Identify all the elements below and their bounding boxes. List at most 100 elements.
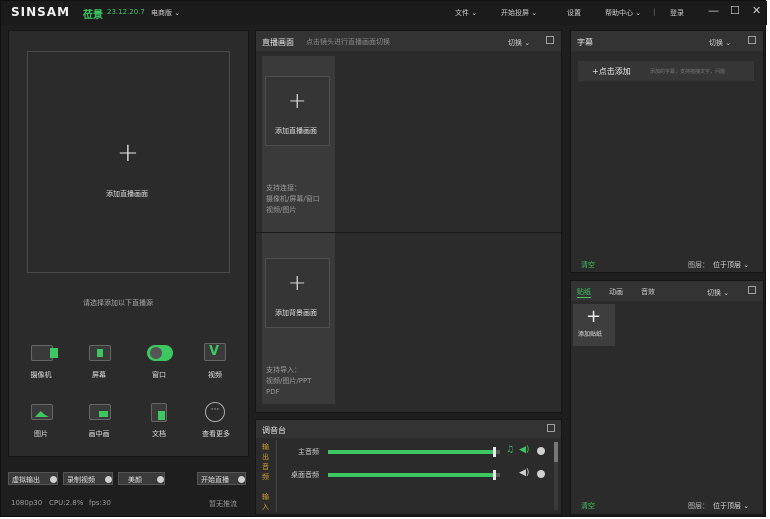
sticker-layer-label: 图层：	[688, 502, 709, 510]
tab-sound[interactable]: 音效	[641, 287, 655, 297]
live-scene-panel: 直播画面 点击镜头进行直播画面切换 切换 ⌄ + 添加直播画面 支持连接： 摄像…	[255, 30, 563, 413]
popout-icon[interactable]	[748, 36, 756, 44]
maximize-icon[interactable]: ☐	[730, 4, 740, 17]
add-live-scene-card[interactable]: + 添加直播画面 支持连接： 摄像机/屏幕/窗口 视频/图片	[262, 56, 335, 240]
add-subtitle-label: +点击添加	[592, 67, 631, 76]
subtitle-layer-dropdown[interactable]: 位于顶层 ⌄	[713, 260, 749, 270]
live-scene-header: 直播画面 点击镜头进行直播画面切换 切换 ⌄	[256, 31, 561, 51]
source-label: 窗口	[152, 371, 166, 379]
version-label: 23.12.20.7	[107, 8, 145, 16]
add-live-scene-label: 添加直播画面	[106, 190, 148, 198]
mixer-title: 调音台	[262, 426, 286, 435]
gear-icon[interactable]	[105, 476, 112, 483]
mixer-scrollbar[interactable]	[554, 442, 558, 510]
divider	[256, 232, 563, 233]
headphone-icon[interactable]: ♫	[506, 445, 514, 455]
subtitle-panel: 字幕 切换 ⌄ +点击添加 添加的字幕，支持拖拽文字，问题 清空 图层： 位于顶…	[570, 30, 764, 273]
virtual-output-button[interactable]: 虚拟输出	[8, 472, 58, 485]
source-label: 查看更多	[202, 430, 230, 438]
video-icon: V	[204, 343, 226, 361]
menu-help[interactable]: 帮助中心 ⌄	[605, 8, 641, 18]
menu-file[interactable]: 文件 ⌄	[455, 8, 477, 18]
subtitle-layer-label: 图层：	[688, 261, 709, 269]
beauty-button[interactable]: 美颜	[118, 472, 165, 485]
divider	[276, 440, 277, 512]
sticker-panel: 贴纸 动画 音效 切换 ⌄ + 添加贴纸 清空 图层： 位于顶层 ⌄	[570, 280, 764, 515]
add-background-box[interactable]: + 添加背景画面	[265, 258, 330, 328]
tab-sticker[interactable]: 贴纸	[577, 287, 591, 298]
desktop-audio-knob[interactable]	[492, 470, 496, 480]
app-logo: SINSAM	[11, 5, 71, 19]
source-panel: + 添加直播画面 请选择添加以下直播源 摄像机 屏幕 窗口 V 视频 图片 画中…	[8, 30, 249, 457]
record-video-button[interactable]: 录制视频	[63, 472, 113, 485]
source-label: 摄像机	[30, 371, 52, 379]
main-audio-knob[interactable]	[492, 447, 496, 457]
add-live-scene-box[interactable]: + 添加直播画面	[265, 76, 330, 146]
live-scene-switch[interactable]: 切换 ⌄	[508, 38, 530, 48]
menu-settings[interactable]: 设置	[567, 8, 581, 18]
sticker-clear-button[interactable]: 清空	[581, 501, 595, 511]
source-label: 屏幕	[92, 371, 106, 379]
app-logo-cn: 莅景	[83, 10, 103, 21]
menu-divider: |	[653, 8, 656, 16]
menu-start-cast[interactable]: 开始投屏 ⌄	[501, 8, 537, 18]
add-sticker-button[interactable]: + 添加贴纸	[573, 304, 615, 346]
minimize-icon[interactable]: —	[708, 4, 719, 17]
output-audio-label: 输出音频	[262, 443, 269, 481]
start-live-button[interactable]: 开始直播	[197, 472, 246, 485]
gear-icon[interactable]	[238, 476, 245, 483]
screen-icon	[89, 345, 111, 361]
source-label: 视频	[208, 371, 222, 379]
sticker-layer-dropdown[interactable]: 位于顶层 ⌄	[713, 501, 749, 511]
popout-icon[interactable]	[748, 286, 756, 294]
subtitle-title: 字幕	[577, 38, 593, 47]
add-background-label: 添加背景画面	[275, 309, 317, 317]
live-scene-title: 直播画面	[262, 38, 294, 47]
add-live-scene-label: 添加直播画面	[275, 127, 317, 135]
app-window: SINSAM 莅景 23.12.20.7 电商版 ⌄ 文件 ⌄ 开始投屏 ⌄ 设…	[0, 0, 767, 517]
card-desc-line: 视频/图片	[266, 206, 297, 214]
add-background-card[interactable]: + 添加背景画面 支持导入： 视频/图片/PPT PDF	[262, 238, 335, 404]
mixer-panel: 调音台 输出音频 输入 主音频 ♫ ◀) 桌面音频 ◀)	[255, 419, 562, 515]
main-audio-label: 主音频	[298, 448, 319, 456]
record-video-label: 录制视频	[67, 476, 95, 484]
start-live-label: 开始直播	[201, 476, 229, 484]
main-audio-slider[interactable]	[328, 447, 500, 457]
sticker-switch[interactable]: 切换 ⌄	[707, 288, 729, 298]
window-icon	[147, 345, 173, 361]
gear-icon[interactable]	[50, 476, 57, 483]
live-scene-hint: 点击镜头进行直播画面切换	[306, 38, 390, 46]
subtitle-clear-button[interactable]: 清空	[581, 260, 595, 270]
add-subtitle-hint: 添加的字幕，支持拖拽文字，问题	[650, 69, 726, 75]
menu-login[interactable]: 登录	[670, 8, 684, 18]
plus-icon: +	[288, 271, 307, 296]
desktop-audio-slider[interactable]	[328, 470, 500, 480]
source-label: 图片	[34, 430, 48, 438]
title-bar: SINSAM 莅景 23.12.20.7 电商版 ⌄ 文件 ⌄ 开始投屏 ⌄ 设…	[1, 1, 767, 25]
status-resolution: 1080p30	[11, 499, 43, 507]
input-audio-label: 输入	[262, 493, 269, 511]
card-desc-line: 摄像机/屏幕/窗口	[266, 195, 320, 203]
tab-animation[interactable]: 动画	[609, 287, 623, 297]
card-desc-line: 视频/图片/PPT	[266, 377, 312, 385]
popout-icon[interactable]	[547, 424, 555, 432]
desktop-audio-label: 桌面音频	[291, 471, 319, 479]
subtitle-switch[interactable]: 切换 ⌄	[709, 38, 731, 48]
more-icon: ···	[205, 402, 225, 422]
close-icon[interactable]: ✕	[752, 4, 761, 17]
popout-icon[interactable]	[546, 36, 554, 44]
edition-dropdown[interactable]: 电商版 ⌄	[151, 8, 180, 18]
card-desc-line: 支持连接：	[266, 184, 301, 192]
gear-icon[interactable]	[537, 447, 545, 455]
virtual-output-label: 虚拟输出	[12, 476, 40, 484]
gear-icon[interactable]	[537, 470, 545, 478]
plus-icon: +	[288, 89, 307, 114]
gear-icon[interactable]	[157, 476, 164, 483]
image-icon	[31, 404, 53, 420]
card-desc-line: 支持导入：	[266, 366, 301, 374]
add-live-scene-area[interactable]: + 添加直播画面	[27, 51, 230, 273]
speaker-icon[interactable]: ◀)	[519, 445, 529, 455]
source-label: 文档	[152, 430, 166, 438]
add-subtitle-row[interactable]: +点击添加 添加的字幕，支持拖拽文字，问题	[578, 61, 754, 81]
speaker-icon[interactable]: ◀)	[519, 468, 529, 478]
